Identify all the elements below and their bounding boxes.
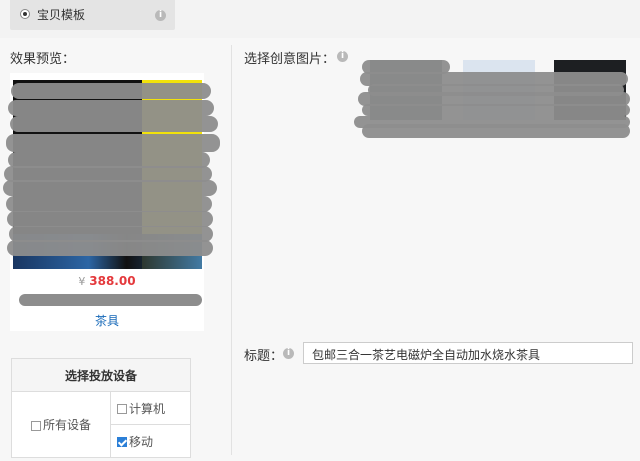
all-devices-cell[interactable]: 所有设备: [11, 391, 111, 458]
price-value: 388.00: [89, 274, 136, 288]
mobile-cell[interactable]: 移动: [110, 424, 191, 458]
computer-label: 计算机: [129, 401, 166, 416]
computer-cell[interactable]: 计算机: [110, 391, 191, 425]
device-table-heading: 选择投放设备: [11, 358, 191, 392]
price-line: ¥ 388.00: [0, 274, 214, 288]
checkbox-all-devices[interactable]: [30, 420, 41, 431]
title-label: 标题：: [244, 349, 284, 364]
info-icon[interactable]: i: [155, 10, 166, 21]
device-table: 选择投放设备 所有设备 计算机 移动: [11, 358, 191, 458]
product-title-redacted: [19, 294, 202, 306]
currency-symbol: ¥: [78, 275, 86, 288]
info-icon[interactable]: i: [283, 348, 294, 359]
preview-heading: 效果预览：: [10, 52, 76, 67]
title-input[interactable]: 包邮三合一茶艺电磁炉全自动加水烧水茶具: [303, 342, 633, 364]
all-devices-label: 所有设备: [42, 418, 91, 432]
column-divider: [231, 45, 232, 455]
creative-heading: 选择创意图片：: [244, 52, 336, 67]
category-link[interactable]: 茶具: [10, 312, 204, 329]
radio-selected-icon[interactable]: [20, 9, 30, 19]
checkbox-mobile[interactable]: [117, 437, 127, 447]
template-option[interactable]: [10, 0, 175, 30]
mobile-label: 移动: [129, 434, 154, 449]
checkbox-computer[interactable]: [117, 404, 127, 414]
info-icon[interactable]: i: [337, 51, 348, 62]
template-label: 宝贝模板: [37, 8, 86, 22]
